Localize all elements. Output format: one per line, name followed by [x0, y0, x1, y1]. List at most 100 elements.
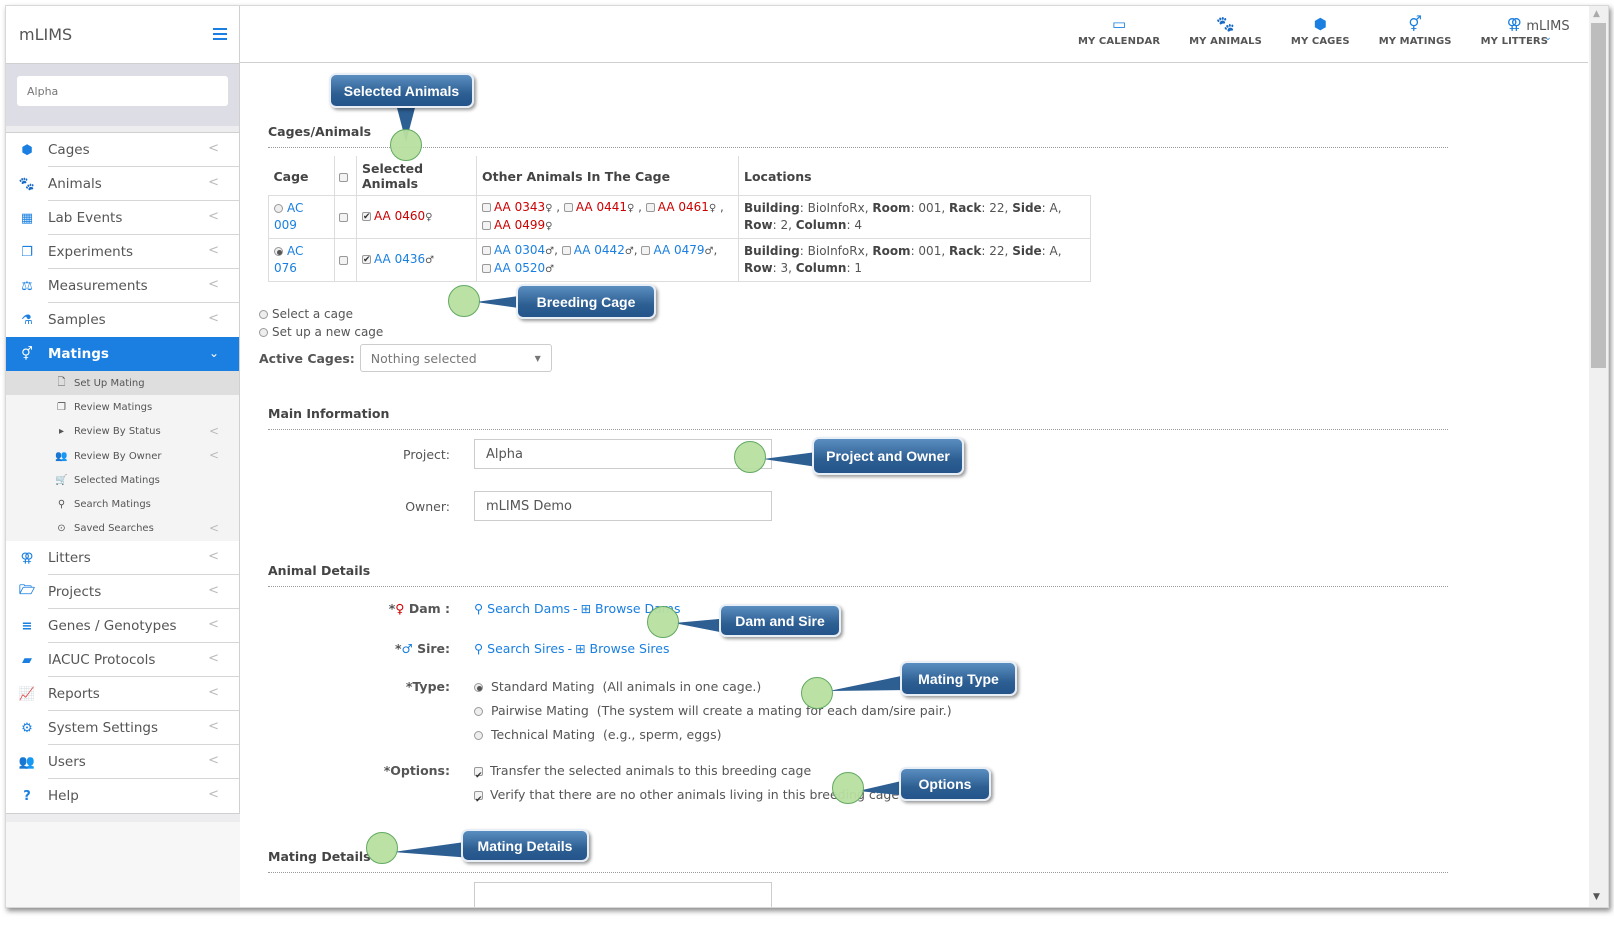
callout-mating-type: Mating Type	[900, 661, 1017, 696]
top-navbar: ▭ MY CALENDAR 🐾 MY ANIMALS ⬢ MY CAGES ⚥ …	[240, 6, 1588, 63]
breeding-option-select-cage[interactable]: Select a cage	[259, 305, 1448, 323]
type-name: Standard Mating	[490, 679, 595, 694]
sidebar-item-lab-events[interactable]: ▦ Lab Events <	[6, 201, 239, 235]
other-animal-checkbox[interactable]	[563, 203, 573, 212]
dam-label: *♀ Dam :	[388, 601, 450, 616]
chevron-left-icon: <	[208, 243, 219, 258]
top-link-my-cages[interactable]: ⬢ MY CAGES	[1291, 16, 1350, 48]
subitem-search-matings[interactable]: ⚲ Search Matings	[6, 492, 239, 516]
sidebar-item-litters[interactable]: ⚢ Litters <	[6, 541, 239, 576]
subitem-review-matings[interactable]: ❐ Review Matings	[6, 395, 239, 419]
sidebar-item-label: Genes / Genotypes	[48, 618, 177, 635]
select-all-checkbox[interactable]	[339, 172, 348, 182]
female-icon: ♀	[425, 212, 433, 223]
users-icon: 👥	[18, 754, 36, 770]
vertical-scrollbar[interactable]: ▲ ▼	[1589, 6, 1608, 907]
type-radio[interactable]	[474, 707, 483, 716]
option-checkbox[interactable]	[474, 764, 483, 788]
subitem-set-up-mating[interactable]: 🗋 Set Up Mating	[6, 371, 239, 396]
top-link-my-calendar[interactable]: ▭ MY CALENDAR	[1078, 16, 1160, 48]
animal-link[interactable]: AA 0436	[374, 252, 425, 266]
selected-animal-checkbox[interactable]	[362, 209, 371, 226]
scroll-thumb[interactable]	[1591, 23, 1606, 368]
other-animal-checkbox[interactable]	[482, 246, 491, 255]
other-animals-cell: AA 0304♂, AA 0442♂, AA 0479♂, AA 0520♂	[476, 238, 739, 282]
sidebar-item-measurements[interactable]: ⚖ Measurements <	[6, 269, 239, 303]
sidebar-item-cages[interactable]: ⬢ Cages <	[6, 133, 239, 167]
other-animal-checkbox[interactable]	[641, 246, 651, 255]
project-input[interactable]	[474, 439, 772, 469]
other-animal-checkbox[interactable]	[482, 221, 491, 230]
sidebar-item-samples[interactable]: ⚗ Samples <	[6, 303, 239, 337]
location-value: 001	[918, 201, 942, 215]
active-cages-select[interactable]: Nothing selected ▼	[359, 344, 552, 372]
type-radio[interactable]	[474, 683, 483, 692]
animal-link[interactable]: AA 0520	[494, 261, 545, 275]
other-animal-checkbox[interactable]	[482, 264, 491, 273]
hamburger-menu-icon[interactable]	[213, 28, 227, 40]
chevron-left-icon: <	[208, 277, 219, 292]
breeding-option-new-cage[interactable]: Set up a new cage	[259, 323, 1448, 341]
column-header-locations: Locations	[738, 156, 1091, 196]
sidebar-item-reports[interactable]: 📈 Reports <	[6, 677, 239, 712]
sidebar-item-label: Matings	[48, 346, 109, 362]
search-dams-link[interactable]: ⚲ Search Dams	[474, 601, 570, 616]
scroll-up-arrow-icon[interactable]: ▲	[1593, 9, 1600, 19]
female-icon: ♀	[708, 203, 717, 214]
sidebar-search-input[interactable]	[17, 76, 228, 106]
sidebar-item-help[interactable]: ? Help <	[6, 779, 239, 814]
animal-link[interactable]: AA 0499	[494, 218, 545, 232]
sidebar-item-matings[interactable]: ⚥ Matings ⌄	[6, 337, 239, 371]
subitem-saved-searches[interactable]: ⊙ Saved Searches <	[6, 517, 239, 541]
scroll-down-arrow-icon[interactable]: ▼	[1593, 892, 1600, 902]
location-value: A	[1049, 244, 1058, 258]
radio-select-cage[interactable]	[259, 310, 268, 319]
sidebar-item-experiments[interactable]: ❐ Experiments <	[6, 235, 239, 269]
location-value: BioInfoRx	[807, 201, 865, 215]
balance-scale-icon: ⚖	[21, 278, 33, 294]
sidebar-item-projects[interactable]: 🗁 Projects <	[6, 575, 239, 610]
option-checkbox[interactable]	[474, 788, 483, 812]
other-animal-checkbox[interactable]	[561, 246, 571, 255]
location-cell: Building: BioInfoRx, Room: 001, Rack: 22…	[738, 238, 1091, 282]
sidebar-item-label: Users	[48, 754, 86, 771]
type-option-technical[interactable]: Technical Mating (e.g., sperm, eggs)	[474, 723, 952, 747]
cage-radio[interactable]	[274, 204, 283, 213]
animal-link[interactable]: AA 0479	[653, 243, 704, 257]
browse-sires-link[interactable]: ⊞ Browse Sires	[575, 641, 669, 656]
subitem-review-by-status[interactable]: ▸ Review By Status <	[6, 420, 239, 444]
sidebar-item-genes-genotypes[interactable]: ≡ Genes / Genotypes <	[6, 609, 239, 644]
venus-double-icon: ⚢	[20, 550, 34, 566]
sidebar-item-animals[interactable]: 🐾 Animals <	[6, 167, 239, 201]
sidebar-item-iacuc-protocols[interactable]: ▰ IACUC Protocols <	[6, 643, 239, 678]
mating-details-input[interactable]	[474, 882, 772, 907]
other-animal-checkbox[interactable]	[482, 203, 491, 212]
type-name: Pairwise Mating	[490, 703, 589, 718]
animal-link[interactable]: AA 0304	[494, 243, 545, 257]
selected-animal-checkbox[interactable]	[362, 252, 371, 269]
sidebar-item-system-settings[interactable]: ⚙ System Settings <	[6, 711, 239, 746]
animal-link[interactable]: AA 0441	[576, 200, 627, 214]
subitem-selected-matings[interactable]: 🛒 Selected Matings	[6, 468, 239, 492]
type-radio[interactable]	[474, 731, 483, 740]
user-menu[interactable]: mLIMS ⌄	[1518, 19, 1578, 43]
sidebar-item-users[interactable]: 👥 Users <	[6, 745, 239, 780]
animal-link[interactable]: AA 0343	[494, 200, 545, 214]
other-animal-checkbox[interactable]	[645, 203, 655, 212]
owner-input[interactable]	[474, 491, 772, 521]
row-checkbox[interactable]	[339, 255, 348, 265]
location-label: Room	[872, 201, 911, 215]
top-link-my-animals[interactable]: 🐾 MY ANIMALS	[1189, 16, 1262, 48]
type-option-pairwise[interactable]: Pairwise Mating (The system will create …	[474, 699, 952, 723]
animal-link[interactable]: AA 0442	[574, 243, 625, 257]
search-sires-link[interactable]: ⚲ Search Sires	[474, 641, 565, 656]
row-checkbox[interactable]	[339, 212, 348, 222]
animal-link[interactable]: AA 0461	[658, 200, 709, 214]
radio-new-cage[interactable]	[259, 328, 268, 337]
animal-link[interactable]: AA 0460	[374, 209, 425, 223]
top-link-my-matings[interactable]: ⚥ MY MATINGS	[1379, 16, 1452, 48]
users-icon: 👥	[55, 450, 68, 462]
type-option-standard[interactable]: Standard Mating (All animals in one cage…	[474, 675, 952, 699]
cage-radio[interactable]	[274, 247, 283, 256]
subitem-review-by-owner[interactable]: 👥 Review By Owner <	[6, 444, 239, 468]
